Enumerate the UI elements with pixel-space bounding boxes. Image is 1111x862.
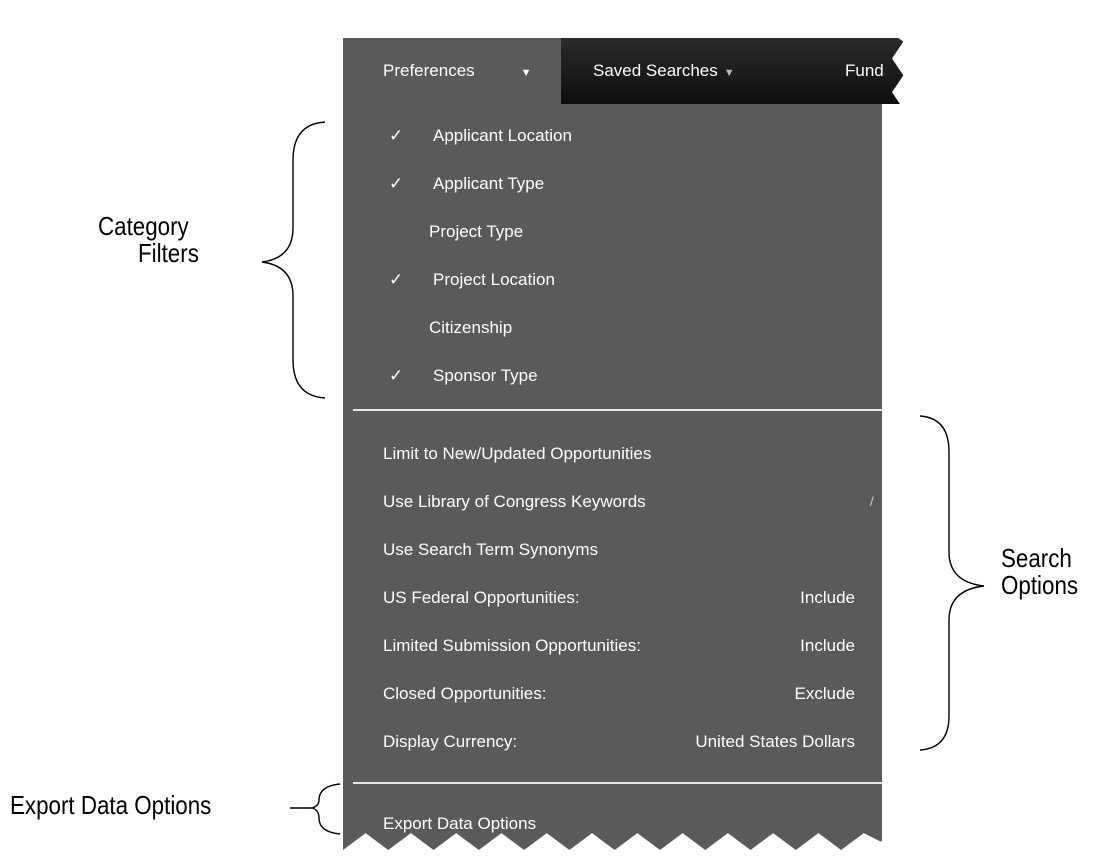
- option-library-of-congress[interactable]: Use Library of Congress Keywords /: [343, 482, 882, 522]
- filter-label: Project Type: [429, 222, 524, 241]
- filter-label: Applicant Type: [433, 174, 545, 193]
- menu-separator: [353, 782, 882, 784]
- search-annotation-line1: Search: [1001, 543, 1072, 573]
- option-label: Display Currency:: [383, 732, 518, 751]
- caret-down-icon: ▼: [520, 67, 532, 79]
- option-search-term-synonyms[interactable]: Use Search Term Synonyms: [343, 530, 882, 570]
- funding-label: Fund: [845, 61, 884, 80]
- export-options-brace: [309, 783, 341, 835]
- option-limited-submission[interactable]: Limited Submission Opportunities: Includ…: [343, 626, 882, 666]
- option-display-currency[interactable]: Display Currency: United States Dollars: [343, 722, 882, 762]
- option-label: Closed Opportunities:: [383, 684, 547, 703]
- filter-citizenship[interactable]: Citizenship: [343, 308, 882, 348]
- funding-menu-button[interactable]: Fund: [845, 38, 884, 104]
- category-filters-brace: [261, 121, 326, 399]
- category-annotation-line2: Filters: [138, 238, 199, 268]
- export-label: Export Data Options: [383, 814, 537, 833]
- saved-searches-menu-button[interactable]: Saved Searches ▼: [593, 38, 735, 104]
- option-label: US Federal Opportunities:: [383, 588, 580, 607]
- preferences-menu-button[interactable]: Preferences ▼: [343, 38, 561, 104]
- checkmark-icon: ✓: [389, 126, 404, 145]
- category-annotation-line1: Category: [98, 211, 189, 241]
- saved-searches-label: Saved Searches: [593, 61, 718, 80]
- search-options-brace: [919, 415, 985, 751]
- option-limit-new-updated[interactable]: Limit to New/Updated Opportunities: [343, 434, 882, 474]
- filter-project-location[interactable]: ✓ Project Location: [343, 260, 882, 300]
- filter-label: Project Location: [433, 270, 555, 289]
- option-value: Include: [800, 636, 855, 655]
- option-value: United States Dollars: [695, 732, 855, 751]
- search-annotation-line2: Options: [1001, 570, 1079, 600]
- preferences-dropdown: ✓ Applicant Location ✓ Applicant Type Pr…: [343, 104, 882, 850]
- preferences-label: Preferences: [383, 61, 475, 80]
- option-closed[interactable]: Closed Opportunities: Exclude: [343, 674, 882, 714]
- checkmark-icon: ✓: [389, 174, 404, 193]
- option-label: Use Search Term Synonyms: [383, 540, 599, 559]
- submenu-arrow-icon: /: [870, 494, 874, 509]
- option-value: Include: [800, 588, 855, 607]
- top-navbar: Preferences ▼ Saved Searches ▼ Fund: [343, 38, 904, 104]
- screenshot-frame: Preferences ▼ Saved Searches ▼ Fund ✓ Appl…: [343, 8, 904, 850]
- filter-project-type[interactable]: Project Type: [343, 212, 882, 252]
- option-label: Use Library of Congress Keywords: [383, 492, 646, 511]
- filter-label: Sponsor Type: [433, 366, 538, 385]
- filter-label: Applicant Location: [433, 126, 572, 145]
- filter-applicant-type[interactable]: ✓ Applicant Type: [343, 164, 882, 204]
- export-annotation: Export Data Options: [10, 790, 212, 820]
- checkmark-icon: ✓: [389, 366, 404, 385]
- filter-applicant-location[interactable]: ✓ Applicant Location: [343, 116, 882, 156]
- filter-label: Citizenship: [429, 318, 513, 337]
- option-value: Exclude: [794, 684, 855, 703]
- export-data-options-item[interactable]: Export Data Options: [343, 804, 882, 844]
- checkmark-icon: ✓: [389, 270, 404, 289]
- filter-sponsor-type[interactable]: ✓ Sponsor Type: [343, 356, 882, 396]
- option-label: Limited Submission Opportunities:: [383, 636, 641, 655]
- option-label: Limit to New/Updated Opportunities: [383, 444, 652, 463]
- option-us-federal[interactable]: US Federal Opportunities: Include: [343, 578, 882, 618]
- caret-down-icon: ▼: [723, 67, 735, 79]
- menu-separator: [353, 409, 882, 411]
